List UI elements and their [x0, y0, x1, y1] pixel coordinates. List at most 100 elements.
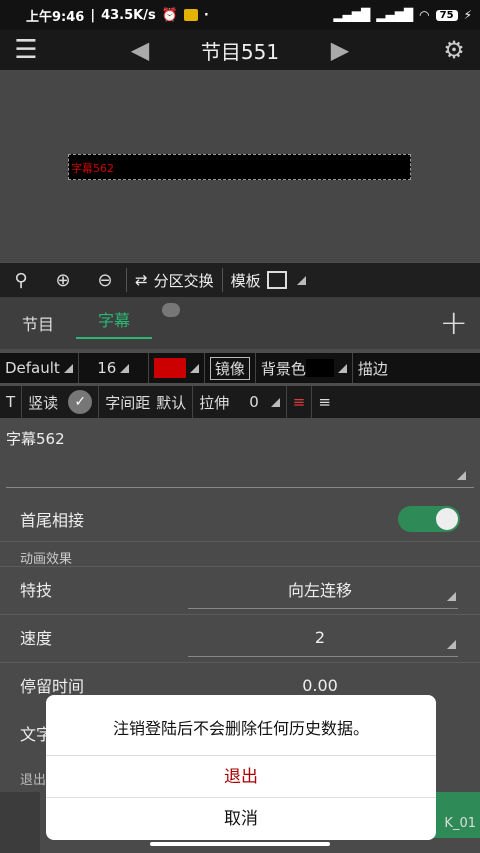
close-tab-icon[interactable]: [162, 303, 180, 317]
stretch-label: 拉伸: [199, 393, 230, 412]
check-icon[interactable]: ✓: [68, 390, 93, 414]
divider: [0, 541, 480, 542]
template-label: 模板: [230, 271, 261, 290]
stroke-button[interactable]: 描边: [353, 353, 393, 383]
divider: [0, 614, 480, 615]
tab-program[interactable]: 节目: [0, 311, 76, 335]
vertical-read-toggle[interactable]: 竖读 ✓: [22, 386, 100, 418]
zoom-toolbar: ⚲ ⊕ ⊖ ⇄ 分区交换 模板: [0, 263, 480, 297]
speed-label: 速度: [20, 629, 53, 648]
text-color-swatch: [153, 358, 186, 378]
speed-value: 2: [314, 627, 326, 647]
font-selector[interactable]: Default: [0, 353, 79, 383]
stay-time-value: 0.00: [302, 675, 338, 695]
subtitle-preview-box[interactable]: 字幕562: [68, 154, 411, 180]
dialog-message: 注销登陆后不会删除任何历史数据。: [112, 719, 369, 738]
dropdown-icon: [337, 363, 347, 373]
resize-icon: [457, 471, 466, 480]
alarm-icon: ⏰: [161, 7, 178, 23]
subtitle-text-input[interactable]: 字幕562: [0, 418, 480, 488]
gear-icon[interactable]: ⚙: [428, 36, 480, 64]
logout-dialog: 注销登陆后不会删除任何历史数据。 退出 取消: [46, 695, 436, 840]
signal-icon-2: ▂▄▆█: [376, 8, 414, 22]
dot-icon: ·: [203, 7, 209, 23]
battery-icon: 75: [435, 9, 458, 21]
status-divider: |: [90, 7, 96, 23]
dropdown-icon: [189, 363, 199, 373]
font-size-value: 16: [97, 359, 117, 377]
notification-icon: [183, 9, 198, 21]
mirror-label: 镜像: [209, 356, 250, 380]
tab-bar: 节目 字幕 +: [0, 297, 480, 349]
bg-color-label: 背景色: [260, 359, 306, 378]
charging-icon: ⚡: [463, 8, 472, 22]
next-program-icon[interactable]: ▶: [320, 36, 360, 64]
font-size-selector[interactable]: 16: [79, 353, 149, 383]
exit-button[interactable]: 退出: [46, 755, 436, 797]
animation-section-title: 动画效果: [20, 552, 73, 567]
dropdown-icon: [447, 640, 456, 649]
signal-icon: ▂▄▆█: [333, 8, 371, 22]
prev-program-icon[interactable]: ◀: [120, 36, 160, 64]
toggle-knob: [436, 508, 458, 530]
wifi-icon: ◠: [419, 8, 430, 22]
partition-swap-label: 分区交换: [153, 271, 214, 290]
stroke-label: 描边: [357, 359, 388, 378]
green-button-label: K_01: [444, 816, 476, 831]
effect-row[interactable]: 特技 向左连移: [0, 574, 480, 604]
swap-icon: ⇄: [135, 271, 148, 289]
style-toolbar: T 竖读 ✓ 字间距 默认 拉伸 0 ≡ ≡: [0, 386, 480, 418]
stay-time-label: 停留时间: [20, 677, 85, 696]
cancel-button[interactable]: 取消: [46, 797, 436, 839]
dropdown-icon: [63, 363, 73, 373]
text-type-button[interactable]: T: [0, 386, 23, 418]
stretch-value: 0: [249, 393, 259, 411]
align-center-icon[interactable]: ≡: [312, 386, 337, 418]
char-spacing-selector[interactable]: 字间距 默认: [99, 386, 194, 418]
background-panel: [0, 792, 40, 853]
bg-color-swatch: [305, 359, 334, 377]
green-action-button[interactable]: K_01: [434, 792, 480, 838]
head-tail-toggle[interactable]: [398, 506, 460, 532]
menu-icon[interactable]: ☰: [0, 35, 52, 65]
align-left-icon[interactable]: ≡: [287, 386, 313, 418]
dropdown-icon: [120, 363, 130, 373]
underline: [6, 487, 474, 488]
top-bar: ☰ ◀ 节目551 ▶ ⚙: [0, 30, 480, 70]
divider: [0, 566, 480, 567]
text-type-label: T: [6, 393, 16, 411]
network-speed: 43.5K/s: [101, 7, 156, 23]
subtitle-text-value: 字幕562: [6, 430, 65, 448]
effect-label: 特技: [20, 581, 53, 600]
head-tail-row: 首尾相接: [0, 504, 480, 534]
add-icon[interactable]: +: [440, 303, 469, 343]
dropdown-icon: [296, 275, 306, 285]
tab-subtitle[interactable]: 字幕: [76, 307, 153, 339]
home-indicator[interactable]: [150, 842, 330, 846]
divider: [0, 662, 480, 663]
stretch-selector[interactable]: 拉伸 0: [193, 386, 287, 418]
vertical-label: 竖读: [28, 393, 59, 412]
template-checkbox[interactable]: [266, 271, 287, 289]
subtitle-preview-text: 字幕562: [71, 162, 114, 175]
underline: [188, 656, 458, 657]
text-color-picker[interactable]: [149, 353, 205, 383]
partition-swap-button[interactable]: ⇄ 分区交换: [127, 270, 222, 291]
head-tail-label: 首尾相接: [20, 511, 85, 530]
spacing-label: 字间距: [105, 393, 151, 412]
template-selector[interactable]: 模板: [223, 270, 314, 291]
zoom-in-icon[interactable]: ⊕: [42, 270, 84, 291]
effect-value: 向左连移: [287, 581, 352, 600]
font-toolbar: Default 16 镜像 背景色 描边: [0, 353, 480, 383]
dropdown-icon: [447, 592, 456, 601]
speed-row[interactable]: 速度 2: [0, 622, 480, 652]
dropdown-icon: [270, 397, 280, 407]
page-title: 节目551: [200, 39, 280, 64]
font-value: Default: [5, 359, 60, 377]
search-icon[interactable]: ⚲: [0, 270, 42, 291]
bg-color-picker[interactable]: 背景色: [256, 353, 353, 383]
spacing-value: 默认: [156, 393, 187, 412]
zoom-out-icon[interactable]: ⊖: [84, 270, 126, 291]
preview-canvas[interactable]: 字幕562: [0, 70, 480, 262]
mirror-button[interactable]: 镜像: [205, 353, 256, 383]
